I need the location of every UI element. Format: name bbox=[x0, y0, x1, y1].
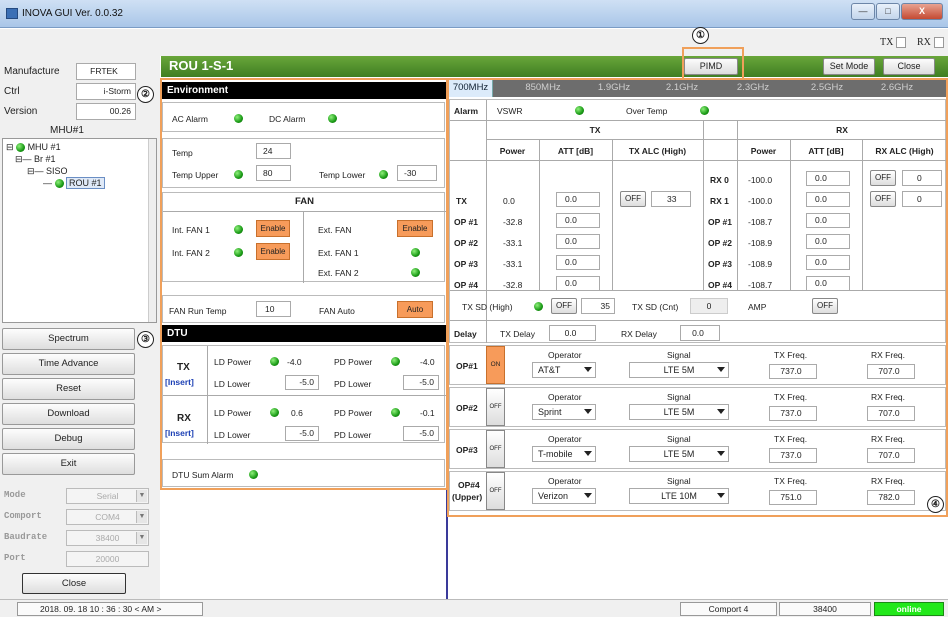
toolbar: TX RX bbox=[0, 29, 948, 56]
annotation-marker-3: ③ bbox=[137, 331, 154, 348]
debug-button[interactable]: Debug bbox=[2, 428, 135, 450]
title-bar: INOVA GUI Ver. 0.0.32 — □ X bbox=[0, 0, 948, 28]
tree-node-siso[interactable]: ⊟— SISO bbox=[27, 166, 68, 177]
annotation-frame-4 bbox=[447, 78, 948, 517]
ctrl-field: i-Storm bbox=[76, 83, 136, 100]
annotation-frame-1 bbox=[682, 47, 744, 80]
left-panel: Manufacture FRTEK Ctrl i-Storm Version 0… bbox=[0, 56, 160, 599]
comport-select[interactable]: COM4 ▼ bbox=[66, 509, 149, 525]
annotation-marker-1: ① bbox=[692, 27, 709, 44]
close-window-button[interactable]: X bbox=[901, 3, 943, 20]
chevron-down-icon: ▼ bbox=[136, 532, 147, 544]
manufacturer-label: Manufacture bbox=[4, 66, 60, 77]
rx-toggle[interactable]: RX bbox=[917, 37, 944, 49]
spectrum-button[interactable]: Spectrum bbox=[2, 328, 135, 350]
comport-label: Comport bbox=[4, 511, 42, 521]
tx-toggle[interactable]: TX bbox=[880, 37, 907, 49]
maximize-button[interactable]: □ bbox=[876, 3, 900, 20]
app-icon bbox=[6, 8, 18, 19]
rou-title: ROU 1-S-1 bbox=[169, 58, 234, 73]
device-tree[interactable]: ⊟ MHU #1 ⊟— Br #1 ⊟— SISO — ROU #1 bbox=[2, 138, 157, 323]
mode-label: Mode bbox=[4, 490, 26, 500]
baudrate-label: Baudrate bbox=[4, 532, 48, 542]
version-field: 00.26 bbox=[76, 103, 136, 120]
close-rou-button[interactable]: Close bbox=[883, 58, 935, 75]
datetime-display: 2018. 09. 18 10 : 36 : 30 < AM > bbox=[17, 602, 203, 616]
version-label: Version bbox=[4, 106, 38, 117]
status-dot bbox=[16, 143, 26, 153]
chevron-down-icon: ▼ bbox=[136, 490, 147, 502]
annotation-marker-2: ② bbox=[137, 86, 154, 103]
tree-node-br[interactable]: ⊟— Br #1 bbox=[15, 154, 56, 165]
time-advance-button[interactable]: Time Advance bbox=[2, 353, 135, 375]
comport-display: Comport 4 bbox=[680, 602, 777, 616]
ctrl-label: Ctrl bbox=[4, 86, 20, 97]
online-status-badge: online bbox=[874, 602, 944, 616]
status-bar: 2018. 09. 18 10 : 36 : 30 < AM > Comport… bbox=[0, 599, 948, 617]
window-title: INOVA GUI Ver. 0.0.32 bbox=[22, 8, 123, 19]
manufacturer-field: FRTEK bbox=[76, 63, 136, 80]
annotation-frame-2 bbox=[160, 78, 448, 490]
chevron-down-icon: ▼ bbox=[136, 511, 147, 523]
tree-node-rou[interactable]: — ROU #1 bbox=[43, 177, 105, 189]
baudrate-select[interactable]: 38400 ▼ bbox=[66, 530, 149, 546]
tree-scrollbar[interactable] bbox=[148, 139, 156, 322]
annotation-marker-4: ④ bbox=[927, 496, 944, 513]
reset-button[interactable]: Reset bbox=[2, 378, 135, 400]
port-field[interactable]: 20000 bbox=[66, 551, 149, 567]
baud-display: 38400 bbox=[779, 602, 871, 616]
set-mode-button[interactable]: Set Mode bbox=[823, 58, 875, 75]
tree-node-mhu[interactable]: ⊟ MHU #1 bbox=[6, 142, 61, 153]
minimize-button[interactable]: — bbox=[851, 3, 875, 20]
mhu-title: MHU#1 bbox=[50, 125, 84, 136]
download-button[interactable]: Download bbox=[2, 403, 135, 425]
rou-header: ROU 1-S-1 PIMD Set Mode Close bbox=[161, 56, 948, 77]
status-dot bbox=[54, 179, 64, 189]
exit-button[interactable]: Exit bbox=[2, 453, 135, 475]
mode-select[interactable]: Serial ▼ bbox=[66, 488, 149, 504]
port-label: Port bbox=[4, 553, 26, 563]
connect-close-button[interactable]: Close bbox=[22, 573, 126, 594]
